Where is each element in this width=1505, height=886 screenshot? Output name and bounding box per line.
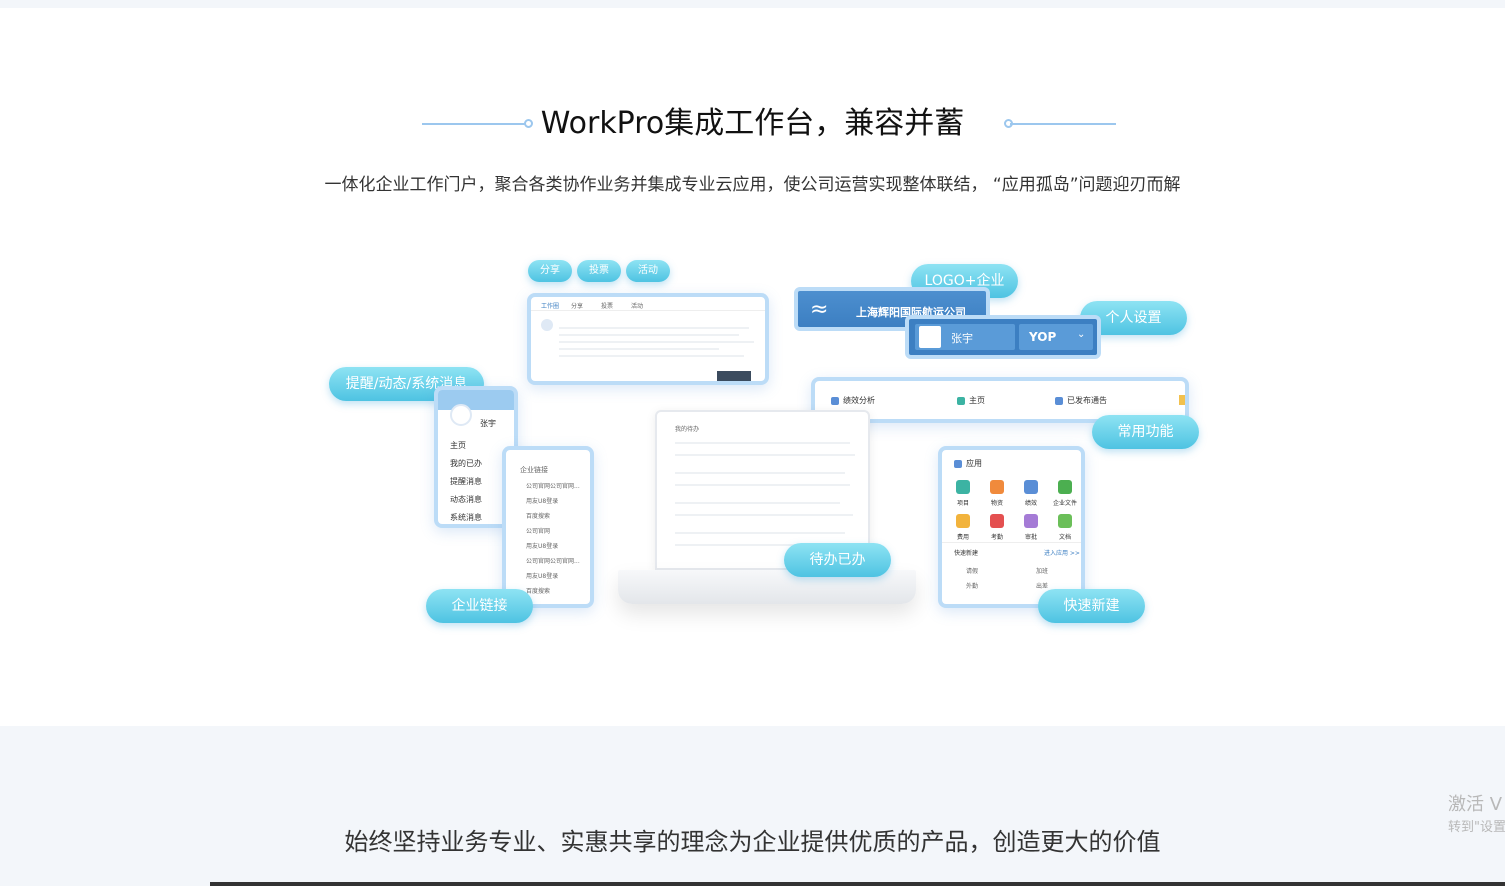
quick-item: 请假 xyxy=(966,568,979,575)
link-item: 公司官网公司官网... xyxy=(526,558,580,565)
phone-avatar xyxy=(450,404,472,426)
workbench-illustration: 分享 投票 活动 工作圈 分享 投票 活动 LOGO+企业 ≈ 上海辉阳国际航运… xyxy=(0,240,1505,660)
brand-chip: YOP ⌄ xyxy=(1019,324,1093,350)
user-avatar xyxy=(919,326,941,348)
bottom-edge-bar xyxy=(210,882,1505,886)
bookmark-icon xyxy=(1179,395,1185,405)
apps-title: 应用 xyxy=(954,458,982,469)
phone-menu-done: 我的已办 xyxy=(450,459,482,468)
link-item: 百度搜索 xyxy=(526,588,551,595)
user-chip: 张宇 xyxy=(915,324,1015,350)
document-icon xyxy=(1055,396,1063,405)
section-subtitle: 一体化企业工作门户，聚合各类协作业务并集成专业云应用，使公司运营实现整体联结， … xyxy=(324,175,1181,195)
top-band xyxy=(0,0,1505,8)
chart-icon xyxy=(831,396,839,405)
activation-watermark: 激活 V xyxy=(1448,794,1503,815)
apps-card: 应用 项目 物资 绩效 企业文件 费用 考勤 审批 文档 快速新建 进入应用 >… xyxy=(938,446,1085,608)
quick-create-title: 快速新建 xyxy=(954,550,979,557)
performance-icon xyxy=(1024,480,1038,494)
link-item: 百度搜索 xyxy=(526,513,551,520)
brand-logo: YOP xyxy=(1029,330,1057,344)
bottom-section xyxy=(0,726,1505,886)
section-title-row: WorkPro集成工作台，兼容并蓄 xyxy=(0,100,1505,148)
tag-enterprise-links: 企业链接 xyxy=(426,589,533,623)
app-label: 项目 xyxy=(956,500,969,507)
chevron-down-icon: ⌄ xyxy=(1077,329,1086,340)
phone-menu-home: 主页 xyxy=(450,441,466,450)
app-label: 企业文件 xyxy=(1052,500,1077,507)
tag-todo-done: 待办已办 xyxy=(784,543,891,577)
title-decoration-right xyxy=(1010,123,1116,125)
feed-tabs: 工作圈 分享 投票 活动 xyxy=(531,297,765,311)
feed-tab-activity: 活动 xyxy=(631,303,644,310)
link-item: 公司官网 xyxy=(526,528,551,535)
tag-share: 分享 xyxy=(528,260,572,282)
feed-tab-share: 分享 xyxy=(571,303,584,310)
laptop-title: 我的待办 xyxy=(675,426,700,433)
docs-icon xyxy=(1058,514,1072,528)
toolbar-item-home: 主页 xyxy=(957,395,985,406)
tag-common-functions: 常用功能 xyxy=(1092,415,1199,449)
tag-quick-create: 快速新建 xyxy=(1038,589,1145,623)
avatar xyxy=(541,319,553,331)
toolbar-item-performance: 绩效分析 xyxy=(831,395,875,406)
section-title: WorkPro集成工作台，兼容并蓄 xyxy=(540,106,965,141)
app-label: 费用 xyxy=(956,534,969,541)
footer-slogan: 始终坚持业务专业、实惠共享的理念为企业提供优质的产品，创造更大的价值 xyxy=(344,828,1161,856)
attendance-icon xyxy=(990,514,1004,528)
app-label: 文档 xyxy=(1058,534,1071,541)
app-label: 考勤 xyxy=(990,534,1003,541)
phone-menu-reminders: 提醒消息 xyxy=(450,477,482,486)
feed-tab-vote: 投票 xyxy=(601,303,614,310)
link-item: 用友U8登录 xyxy=(526,573,559,580)
activation-watermark-sub: 转到"设置 xyxy=(1448,820,1505,835)
phone-user-name: 张宇 xyxy=(480,419,496,428)
link-item: 公司官网公司官网... xyxy=(526,483,580,490)
grid-icon xyxy=(954,459,962,468)
tooltip-box xyxy=(717,371,751,381)
quick-item: 外勤 xyxy=(966,583,979,590)
feed-tab-circle: 工作圈 xyxy=(541,303,560,310)
project-icon xyxy=(956,480,970,494)
files-icon xyxy=(1058,480,1072,494)
toolbar-item-notices: 已发布通告 xyxy=(1055,395,1107,406)
home-icon xyxy=(957,396,965,405)
expense-icon xyxy=(956,514,970,528)
phone-menu-activity: 动态消息 xyxy=(450,495,482,504)
tag-activity: 活动 xyxy=(626,260,670,282)
user-name: 张宇 xyxy=(951,332,973,345)
app-label: 物资 xyxy=(990,500,1003,507)
link-item: 用友U8登录 xyxy=(526,498,559,505)
app-label: 绩效 xyxy=(1024,500,1037,507)
quick-item: 出差 xyxy=(1036,583,1049,590)
tag-vote: 投票 xyxy=(577,260,621,282)
user-bar: 张宇 YOP ⌄ xyxy=(905,315,1101,359)
wave-logo-icon: ≈ xyxy=(810,297,829,322)
enter-apps-link[interactable]: 进入应用 >> xyxy=(1044,548,1080,557)
phone-menu-system: 系统消息 xyxy=(450,513,482,522)
app-label: 审批 xyxy=(1024,534,1037,541)
feed-card: 工作圈 分享 投票 活动 xyxy=(527,293,769,385)
phone-header xyxy=(438,390,514,410)
link-item: 用友U8登录 xyxy=(526,543,559,550)
approval-icon xyxy=(1024,514,1038,528)
quick-item: 加班 xyxy=(1036,568,1049,575)
enterprise-links-card: 企业链接 公司官网公司官网... 用友U8登录 百度搜索 公司官网 用友U8登录… xyxy=(502,446,594,608)
links-title: 企业链接 xyxy=(520,466,548,474)
materials-icon xyxy=(990,480,1004,494)
